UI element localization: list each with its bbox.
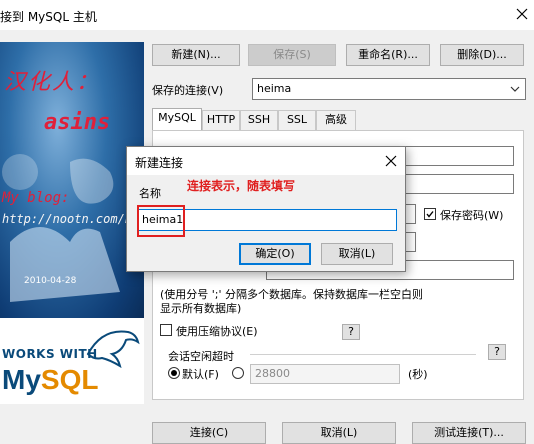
database-hint-line2: 显示所有数据库) [160,302,242,315]
connect-button[interactable]: 连接(C) [152,422,266,444]
session-timeout-label: 会话空闲超时 [168,350,234,363]
rename-button[interactable]: 重命名(R)... [346,44,430,66]
seconds-label: (秒) [408,368,428,381]
tab-mysql[interactable]: MySQL [152,108,202,130]
tab-http[interactable]: HTTP [202,110,240,130]
side-banner: 汉化人： asins My blog: http://nootn.com/blo… [0,42,144,404]
mysql-logo-my: My [2,364,41,395]
dolphin-icon [86,330,140,369]
save-button[interactable]: 保存(S) [248,44,336,66]
test-connection-button[interactable]: 测试连接(T)... [412,422,526,444]
saved-connection-select[interactable]: heima [252,78,526,100]
tab-advanced[interactable]: 高级 [316,110,356,130]
cancel-button[interactable]: 取消(L) [282,422,396,444]
blog-label: My blog: [2,190,70,206]
new-connection-button[interactable]: 新建(N)... [152,44,240,66]
saved-connection-value: heima [257,82,292,95]
tab-ssh[interactable]: SSH [240,110,278,130]
checkmark-icon [426,211,434,218]
default-radio[interactable] [168,367,180,379]
close-icon[interactable] [512,4,532,24]
compression-label: 使用压缩协议(E) [176,325,258,338]
window-titlebar: 接到 MySQL 主机 [0,0,534,30]
custom-timeout-radio[interactable] [232,367,244,379]
timeout-help-button[interactable]: ? [488,344,506,360]
compression-checkbox[interactable] [160,324,172,336]
dialog-cancel-button[interactable]: 取消(L) [321,243,393,265]
saved-connection-label: 保存的连接(V) [152,84,224,97]
compression-help-button[interactable]: ? [342,324,360,340]
group-divider [250,354,476,355]
chevron-down-icon [510,86,520,92]
tab-ssl[interactable]: SSL [278,110,316,130]
blog-url: http://nootn.com/blog [2,212,144,226]
dialog-titlebar: 新建连接 [127,147,405,175]
new-connection-dialog: 新建连接 名称 连接表示，随表填写 heima1 确定(O) 取消(L) [126,146,406,272]
annotation-highlight-box [137,205,185,237]
dialog-ok-button[interactable]: 确定(O) [239,243,311,265]
translator-label: 汉化人： [4,70,101,95]
host-field[interactable] [404,146,514,166]
save-password-label: 保存密码(W) [440,209,504,222]
delete-button[interactable]: 删除(D)... [440,44,524,66]
default-label: 默认(F) [182,368,219,381]
timeout-field[interactable]: 28800 [250,364,400,384]
window-title: 接到 MySQL 主机 [0,10,97,24]
author-name: asins [44,110,111,135]
dialog-title: 新建连接 [135,156,184,170]
banner-artwork: 汉化人： asins My blog: http://nootn.com/blo… [0,42,144,318]
dialog-name-label: 名称 [139,187,161,200]
port-field[interactable] [404,174,514,194]
annotation-text: 连接表示，随表填写 [187,179,296,193]
close-icon[interactable] [383,153,399,169]
save-password-checkbox[interactable] [424,208,436,220]
banner-date: 2010-04-28 [24,276,77,286]
